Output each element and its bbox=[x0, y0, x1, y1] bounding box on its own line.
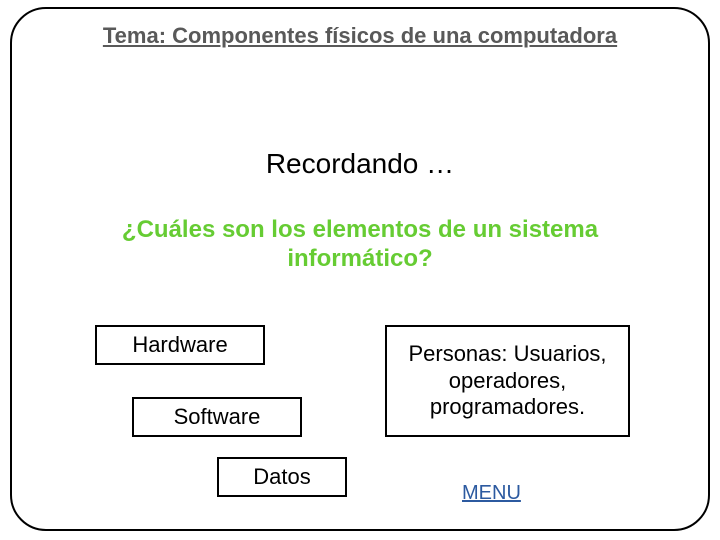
box-hardware: Hardware bbox=[95, 325, 265, 365]
slide-title: Tema: Componentes físicos de una computa… bbox=[12, 23, 708, 49]
slide-frame: Tema: Componentes físicos de una computa… bbox=[10, 7, 710, 531]
box-software: Software bbox=[132, 397, 302, 437]
menu-link[interactable]: MENU bbox=[462, 482, 521, 505]
section-heading: Recordando … bbox=[12, 148, 708, 180]
box-datos: Datos bbox=[217, 457, 347, 497]
question-text: ¿Cuáles son los elementos de un sistema … bbox=[62, 216, 658, 274]
box-personas: Personas: Usuarios, operadores, programa… bbox=[385, 325, 630, 437]
